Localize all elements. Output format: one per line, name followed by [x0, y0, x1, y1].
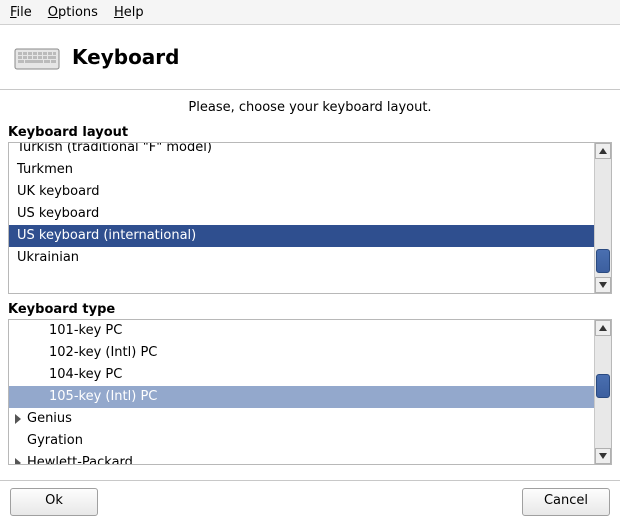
list-item[interactable]: Ukrainian [9, 247, 595, 269]
tree-item-label: Genius [27, 411, 72, 426]
menu-help[interactable]: Help [108, 3, 154, 22]
menu-file[interactable]: File [4, 3, 42, 22]
tree-item[interactable]: Hewlett-Packard [9, 452, 595, 464]
ok-button[interactable]: Ok [10, 488, 98, 516]
section-label-layout: Keyboard layout [0, 123, 620, 142]
tree-item[interactable]: Gyration [9, 430, 595, 452]
keyboard-layout-list[interactable]: Turkish (modern "Q" model)Turkish (tradi… [8, 142, 612, 294]
tree-child-item[interactable]: 101-key PC [9, 320, 595, 342]
tree-item-label: 105-key (Intl) PC [49, 389, 157, 404]
scrollbar-layout[interactable] [594, 143, 611, 293]
scrollbar-type[interactable] [594, 320, 611, 464]
scroll-down-button[interactable] [595, 277, 611, 293]
tree-item-label: 104-key PC [49, 367, 122, 382]
list-item[interactable]: Turkish (traditional "F" model) [9, 143, 595, 159]
scroll-up-button[interactable] [595, 143, 611, 159]
tree-item-label: 101-key PC [49, 323, 122, 338]
tree-child-item[interactable]: 104-key PC [9, 364, 595, 386]
list-item[interactable]: US keyboard (international) [9, 225, 595, 247]
tree-child-item[interactable]: 105-key (Intl) PC [9, 386, 595, 408]
cancel-button[interactable]: Cancel [522, 488, 610, 516]
keyboard-type-tree[interactable]: 101-key PC 102-key (Intl) PC 104-key PC 105… [8, 319, 612, 465]
scroll-up-button[interactable] [595, 320, 611, 336]
section-label-type: Keyboard type [0, 300, 620, 319]
expand-arrow-icon[interactable] [15, 458, 21, 464]
keyboard-icon [14, 43, 60, 71]
list-item[interactable]: Turkmen [9, 159, 595, 181]
list-item[interactable]: US keyboard [9, 203, 595, 225]
page-title: Keyboard [72, 45, 179, 69]
menu-options[interactable]: Options [42, 3, 108, 22]
scroll-thumb[interactable] [596, 374, 610, 398]
scroll-thumb[interactable] [596, 249, 610, 273]
tree-child-item[interactable]: 102-key (Intl) PC [9, 342, 595, 364]
tree-item-label: Hewlett-Packard [27, 455, 133, 464]
tree-item-label: Gyration [27, 433, 83, 448]
header: Keyboard [0, 25, 620, 89]
expand-arrow-icon[interactable] [15, 414, 21, 424]
instruction-text: Please, choose your keyboard layout. [0, 90, 620, 123]
list-item[interactable]: UK keyboard [9, 181, 595, 203]
tree-item-label: 102-key (Intl) PC [49, 345, 157, 360]
button-bar: Ok Cancel [0, 480, 620, 523]
scroll-down-button[interactable] [595, 448, 611, 464]
menubar: File Options Help [0, 0, 620, 25]
tree-item[interactable]: Genius [9, 408, 595, 430]
